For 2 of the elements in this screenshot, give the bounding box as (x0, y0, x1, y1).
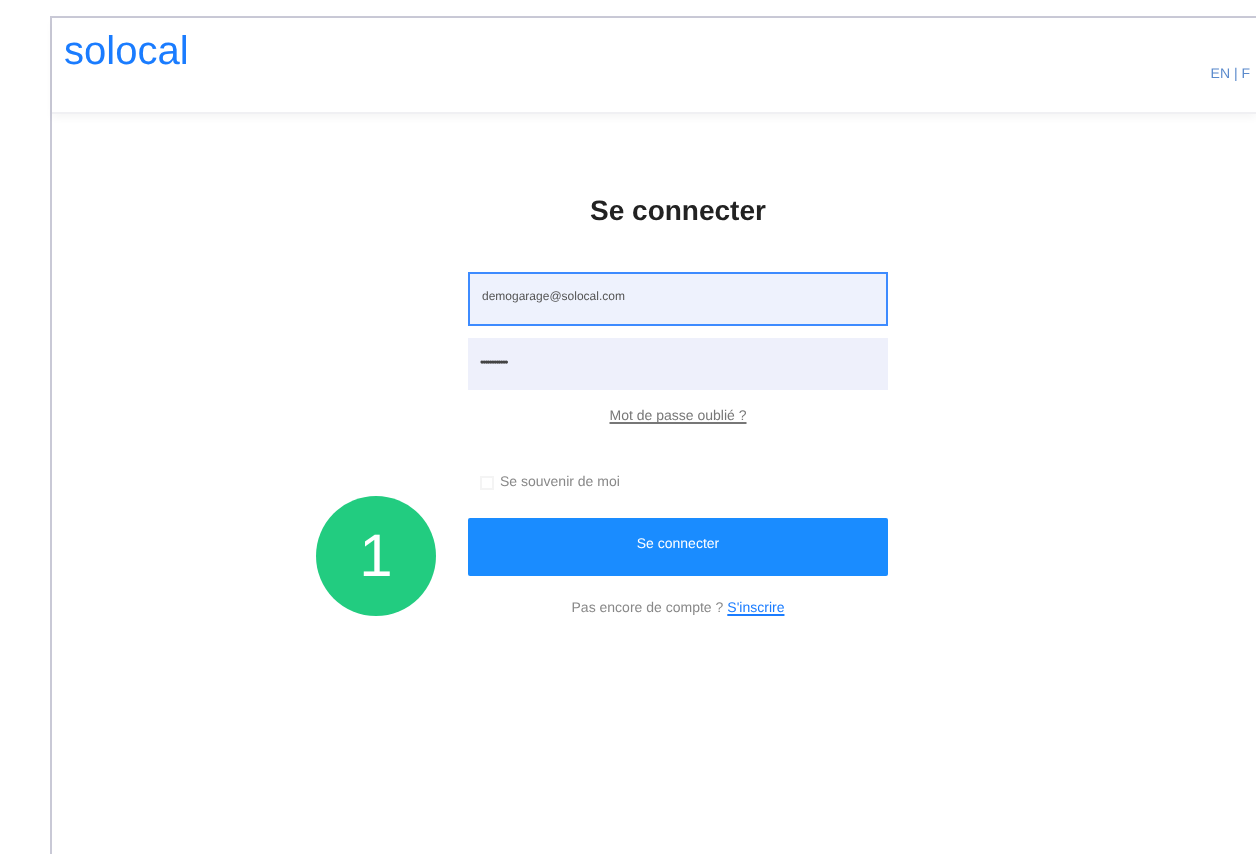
login-title: Se connecter (590, 192, 766, 230)
solocal-logo[interactable]: solocal (64, 28, 189, 76)
